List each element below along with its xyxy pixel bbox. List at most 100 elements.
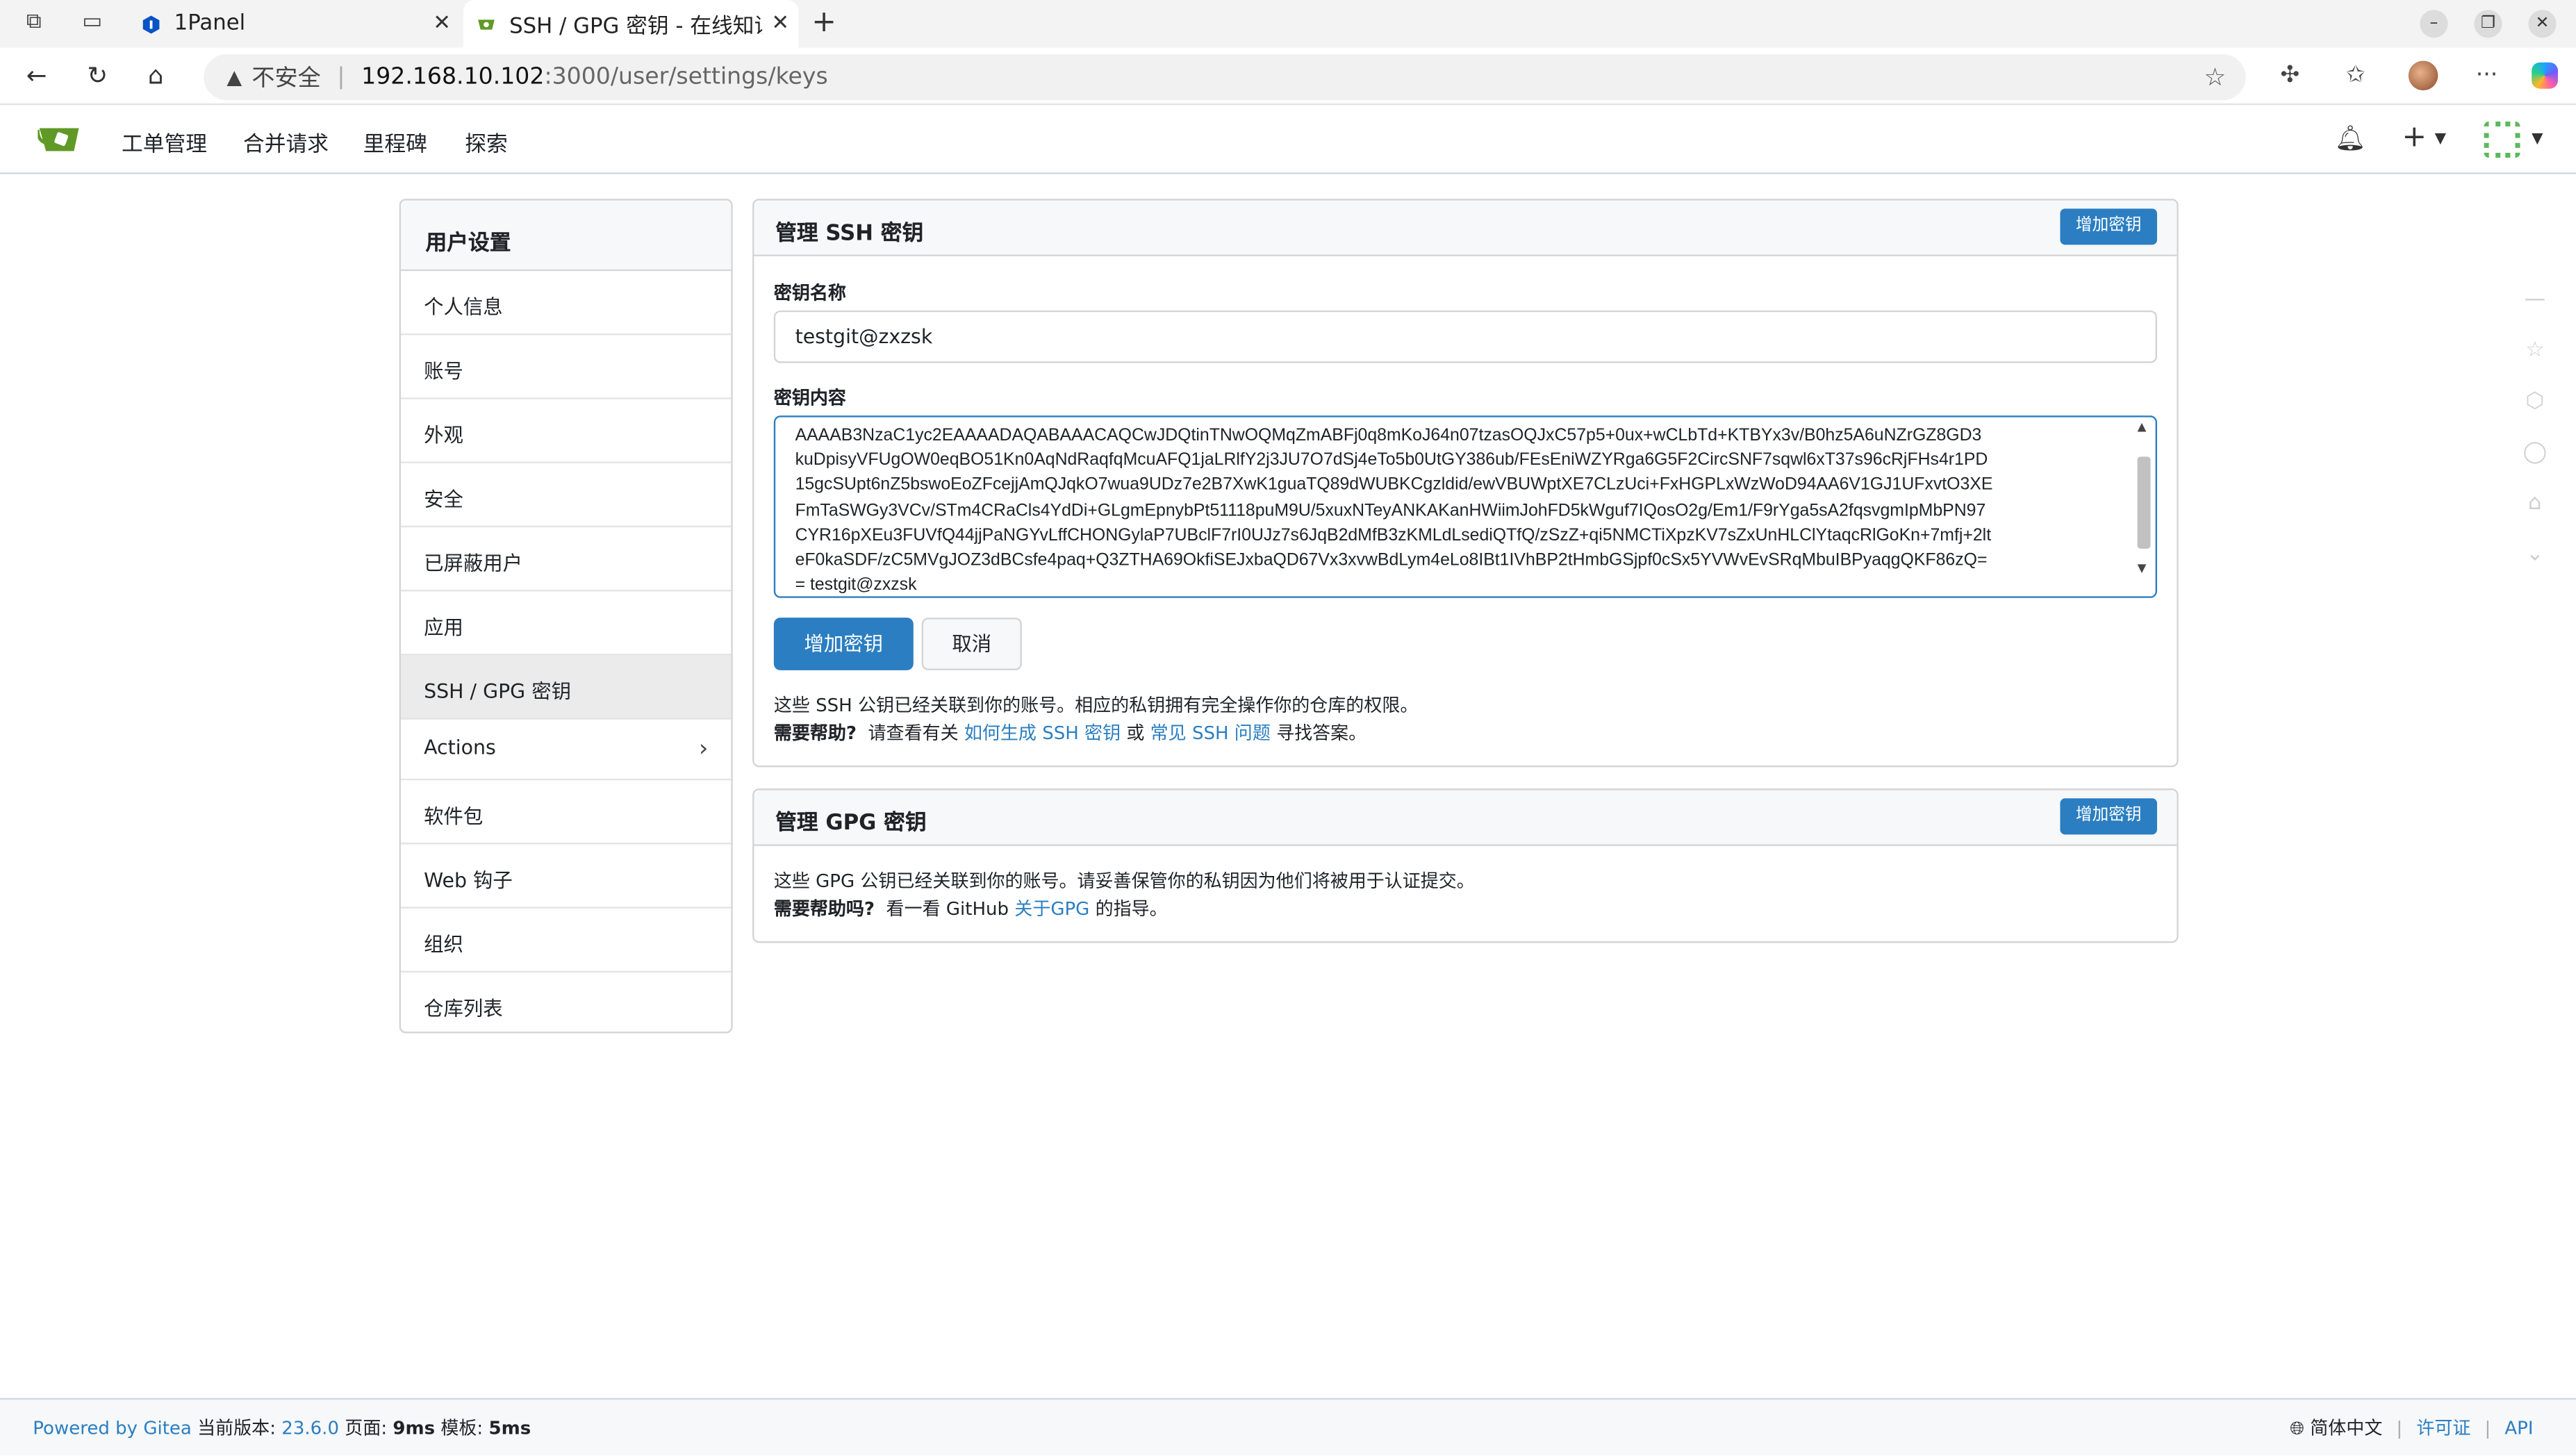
key-content-text: AAAAB3NzaC1yc2EAAAADAQABAAACAQCwJDQtinTN… <box>795 425 1993 595</box>
sidebar-item-packages[interactable]: 软件包 <box>401 780 732 845</box>
back-icon[interactable]: ← <box>26 60 47 90</box>
settings-sidebar: 用户设置 个人信息 账号 外观 安全 已屏蔽用户 应用 SSH / GPG 密钥… <box>399 199 733 1036</box>
sidebar-item-repositories[interactable]: 仓库列表 <box>401 973 731 1036</box>
page-time: 9ms <box>393 1417 436 1439</box>
gpg-section-header: 管理 GPG 密钥 增加密钥 <box>754 790 2177 846</box>
address-bar[interactable]: ▲ 不安全 | 192.168.10.102:3000/user/setting… <box>204 54 2246 101</box>
close-tab-icon[interactable]: ✕ <box>762 12 798 36</box>
api-link[interactable]: API <box>2504 1418 2533 1439</box>
url-host: 192.168.10.102 <box>361 64 545 91</box>
page-time-label: 页面: <box>345 1417 388 1439</box>
home-icon[interactable]: ⌂ <box>148 60 164 90</box>
browser-toolbar: ← ↻ ⌂ ▲ 不安全 | 192.168.10.102:3000/user/s… <box>0 47 2576 106</box>
help-prefix: 请查看有关 <box>868 722 959 745</box>
globe-icon[interactable]: 🌐︎ <box>2290 1418 2304 1439</box>
workspaces-icon[interactable]: ⧉ <box>26 10 42 34</box>
gitea-favicon-icon <box>478 19 495 29</box>
version-link[interactable]: 23.6.0 <box>281 1418 339 1439</box>
extensions-icon[interactable]: ✣ <box>2280 63 2300 89</box>
help-bold-label: 需要帮助? <box>773 722 857 745</box>
create-new-icon[interactable]: + <box>2402 120 2427 155</box>
security-label[interactable]: 不安全 <box>251 60 320 93</box>
nav-pull-requests[interactable]: 合并请求 <box>243 126 329 158</box>
copilot-icon[interactable] <box>2532 62 2558 89</box>
star-icon[interactable]: ☆ <box>2518 338 2551 389</box>
add-ssh-key-button[interactable]: 增加密钥 <box>2060 208 2157 245</box>
footer: Powered by Gitea 当前版本: 23.6.0 页面: 9ms 模板… <box>0 1398 2576 1456</box>
sidebar-item-label: SSH / GPG 密钥 <box>424 680 571 704</box>
help-or: 或 <box>1126 722 1145 745</box>
user-avatar[interactable] <box>2484 121 2520 158</box>
sidebar-item-security[interactable]: 安全 <box>401 463 732 528</box>
common-ssh-problems-link[interactable]: 常见 SSH 问题 <box>1150 723 1271 745</box>
notifications-bell-icon[interactable]: 🔔︎ <box>2334 123 2366 153</box>
scroll-up-icon[interactable]: ▲ <box>2138 420 2147 433</box>
submit-add-key-button[interactable]: 增加密钥 <box>773 618 914 670</box>
textarea-scrollbar[interactable]: ▲ ▼ <box>2136 420 2151 591</box>
chevron-down-icon[interactable]: ▼ <box>2532 131 2543 148</box>
sidebar-item-label: 组织 <box>424 933 463 957</box>
home-icon[interactable]: ⌂ <box>2518 491 2551 542</box>
footer-separator: | <box>2396 1417 2403 1439</box>
sidebar-item-organizations[interactable]: 组织 <box>401 909 732 973</box>
restore-icon[interactable]: ❐ <box>2474 10 2502 38</box>
chevron-down-icon[interactable]: ⌄ <box>2518 542 2551 593</box>
sidebar-item-applications[interactable]: 应用 <box>401 591 732 656</box>
profile-avatar[interactable] <box>2408 60 2438 91</box>
more-menu-icon[interactable]: ··· <box>2476 63 2498 89</box>
chat-icon[interactable]: ◯ <box>2518 440 2551 491</box>
version-label: 当前版本: <box>197 1417 276 1439</box>
nav-explore[interactable]: 探索 <box>465 126 508 158</box>
page: ⧉ ▭ 1Panel ✕ SSH / GPG 密钥 - 在线知识 ✕ + – ❐… <box>0 0 2576 1456</box>
license-link[interactable]: 许可证 <box>2416 1418 2470 1439</box>
address-separator: | <box>337 64 345 91</box>
key-content-textarea[interactable]: AAAAB3NzaC1yc2EAAAADAQABAAACAQCwJDQtinTN… <box>773 415 2157 598</box>
new-tab-icon[interactable]: + <box>811 5 836 40</box>
sidebar-item-label: 软件包 <box>424 804 484 828</box>
template-time: 5ms <box>488 1417 531 1439</box>
about-gpg-link[interactable]: 关于GPG <box>1014 899 1089 920</box>
chevron-down-icon[interactable]: ▼ <box>2435 131 2446 148</box>
tag-icon[interactable]: ⬡ <box>2518 389 2551 440</box>
key-content-label: 密钥内容 <box>773 388 846 409</box>
favorites-icon[interactable]: ✩ <box>2346 63 2366 89</box>
sidebar-title: 用户设置 <box>401 200 732 272</box>
language-selector[interactable]: 简体中文 <box>2310 1418 2382 1439</box>
ssh-section-title: 管理 SSH 密钥 <box>775 222 924 247</box>
scroll-down-icon[interactable]: ▼ <box>2138 562 2147 575</box>
browser-tab-1panel[interactable]: 1Panel ✕ <box>128 0 460 48</box>
sidebar-item-actions[interactable]: Actions › <box>401 720 732 781</box>
tab-actions-icon[interactable]: ▭ <box>82 10 102 34</box>
close-tab-icon[interactable]: ✕ <box>424 12 460 36</box>
reload-icon[interactable]: ↻ <box>87 60 108 90</box>
nav-milestones[interactable]: 里程碑 <box>363 126 427 158</box>
favorite-star-icon[interactable]: ☆ <box>2204 63 2226 92</box>
gitea-logo-icon[interactable] <box>38 125 80 155</box>
browser-tab-ssh-gpg[interactable]: SSH / GPG 密钥 - 在线知识 ✕ <box>463 0 799 48</box>
sidebar-item-appearance[interactable]: 外观 <box>401 399 732 463</box>
minimize-icon[interactable]: – <box>2420 10 2448 38</box>
how-to-generate-ssh-link[interactable]: 如何生成 SSH 密钥 <box>964 723 1121 745</box>
powered-by-gitea-link[interactable]: Powered by Gitea <box>33 1418 192 1439</box>
sidebar-item-label: 仓库列表 <box>424 997 503 1020</box>
nav-issues[interactable]: 工单管理 <box>122 126 207 158</box>
sidebar-item-ssh-gpg-keys[interactable]: SSH / GPG 密钥 <box>401 655 732 720</box>
sidebar-item-blocked-users[interactable]: 已屏蔽用户 <box>401 527 732 592</box>
sidebar-item-account[interactable]: 账号 <box>401 335 732 399</box>
ssh-info-text: 这些 SSH 公钥已经关联到你的账号。相应的私钥拥有完全操作你的仓库的权限。 <box>773 695 1419 717</box>
key-name-label: 密钥名称 <box>773 282 846 304</box>
add-gpg-key-button[interactable]: 增加密钥 <box>2060 798 2157 835</box>
warning-icon[interactable]: ▲ <box>226 66 242 89</box>
sidebar-item-profile[interactable]: 个人信息 <box>401 271 732 336</box>
url-path: :3000/user/settings/keys <box>544 64 828 91</box>
help-prefix: 看一看 GitHub <box>886 898 1009 920</box>
key-name-input[interactable]: testgit@zxzsk <box>773 310 2157 363</box>
sidebar-item-webhooks[interactable]: Web 钩子 <box>401 845 732 909</box>
dash-icon[interactable]: — <box>2518 288 2551 338</box>
footer-left: Powered by Gitea 当前版本: 23.6.0 页面: 9ms 模板… <box>33 1414 531 1441</box>
sidebar-item-label: 账号 <box>424 359 463 383</box>
scrollbar-thumb[interactable] <box>2137 456 2151 549</box>
close-window-icon[interactable]: ✕ <box>2528 10 2557 38</box>
cancel-button[interactable]: 取消 <box>921 618 1022 670</box>
browser-side-panel: — ☆ ⬡ ◯ ⌂ ⌄ <box>2518 288 2551 593</box>
